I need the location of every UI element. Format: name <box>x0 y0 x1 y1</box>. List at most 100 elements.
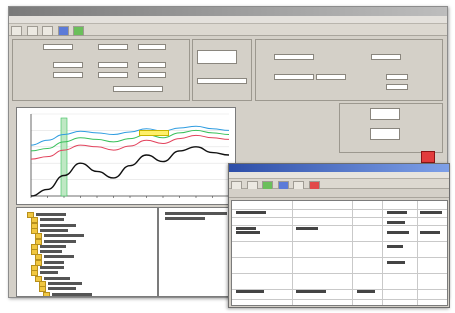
tree-item-text <box>40 228 68 232</box>
grid-cell <box>387 221 405 224</box>
tree-item-text <box>52 292 92 296</box>
tree-item-text <box>44 276 70 280</box>
field-3[interactable] <box>138 44 166 50</box>
output-box-1[interactable] <box>370 108 400 120</box>
mid-panel <box>192 39 252 101</box>
grid-cell <box>236 231 260 234</box>
tree-item-text <box>48 287 76 291</box>
chart-legend-chip <box>139 130 169 136</box>
grid-col-line <box>382 201 383 305</box>
data-grid[interactable] <box>231 200 448 306</box>
list-header-text <box>165 212 227 215</box>
tree-item-text <box>44 239 76 243</box>
tree-item-text <box>44 255 74 259</box>
grid-cell <box>296 290 326 293</box>
popup-window <box>228 163 450 308</box>
tree-item[interactable] <box>35 259 64 266</box>
line-chart <box>16 107 236 205</box>
grid-cell <box>420 231 440 234</box>
right-field-4[interactable] <box>316 74 346 80</box>
popup-toolbar-2 <box>229 189 449 198</box>
list-item-text <box>165 217 205 220</box>
chart-marker-band <box>60 117 68 197</box>
tree-item[interactable] <box>35 254 74 261</box>
grid-row-line <box>232 241 447 242</box>
tree-item[interactable] <box>43 291 92 296</box>
right-field-1[interactable] <box>274 54 314 60</box>
toolbar <box>9 24 447 36</box>
right-field-2[interactable] <box>371 54 401 60</box>
folder-icon <box>43 291 50 296</box>
field-7[interactable] <box>53 72 83 78</box>
go-icon[interactable] <box>73 26 85 36</box>
tree-item-text <box>40 244 66 248</box>
open-icon[interactable] <box>26 26 38 36</box>
grid-cell <box>357 290 375 293</box>
grid-col-line <box>352 201 353 305</box>
grid-cell <box>236 290 264 293</box>
stop-button[interactable] <box>421 151 435 163</box>
save-icon[interactable] <box>42 26 54 36</box>
field-9[interactable] <box>138 72 166 78</box>
field-10[interactable] <box>113 86 163 92</box>
field-1[interactable] <box>43 44 73 50</box>
chart-svg <box>30 113 230 198</box>
tree-item-text <box>40 266 64 269</box>
field-8[interactable] <box>98 72 128 78</box>
window-titlebar <box>9 7 447 16</box>
tree-item[interactable] <box>39 286 76 293</box>
mid-field[interactable] <box>197 78 247 84</box>
menu-bar <box>9 16 447 24</box>
tree-item[interactable] <box>35 233 84 240</box>
popup-toolbar <box>229 179 449 191</box>
list-view[interactable] <box>158 207 238 297</box>
grid-cell <box>387 245 403 248</box>
right-field-5[interactable] <box>386 74 408 80</box>
settings-panel <box>12 39 190 101</box>
tree-item[interactable] <box>31 217 64 224</box>
tree-item[interactable] <box>39 280 82 287</box>
right-field-6[interactable] <box>386 84 408 90</box>
field-2[interactable] <box>98 44 128 50</box>
grid-row-line <box>232 289 447 290</box>
grid-cell <box>387 231 409 234</box>
grid-col-line <box>292 201 293 305</box>
grid-cell <box>387 211 407 214</box>
output-panel <box>339 103 443 153</box>
run-icon[interactable] <box>57 26 69 36</box>
tree-item[interactable] <box>31 270 58 277</box>
tree-item[interactable] <box>35 275 70 282</box>
grid-row-line <box>232 225 447 226</box>
mid-box[interactable] <box>197 50 237 64</box>
tree-item-text <box>48 281 82 285</box>
tree-item[interactable] <box>35 238 76 245</box>
field-6[interactable] <box>138 62 166 68</box>
tree-item-text <box>40 271 58 275</box>
tree-view[interactable] <box>16 207 158 297</box>
grid-cell <box>236 211 266 214</box>
field-5[interactable] <box>98 62 128 68</box>
grid-cell <box>236 227 256 230</box>
tree-item[interactable] <box>27 212 66 218</box>
grid-cell <box>420 211 442 214</box>
grid-row-line <box>232 273 447 274</box>
tree-item[interactable] <box>31 265 64 271</box>
grid-cell <box>387 261 405 264</box>
tree-item-text <box>40 223 76 227</box>
tree-item-text <box>40 218 64 222</box>
new-icon[interactable] <box>11 26 22 36</box>
output-box-2[interactable] <box>370 128 400 140</box>
right-field-3[interactable] <box>274 74 314 80</box>
tree-item[interactable] <box>31 249 62 256</box>
grid-cell <box>296 227 318 230</box>
grid-col-line <box>417 201 418 305</box>
tree-item[interactable] <box>31 222 76 229</box>
right-panel <box>255 39 443 101</box>
tree-item[interactable] <box>31 243 66 250</box>
tree-item[interactable] <box>31 227 68 234</box>
popup-titlebar <box>229 164 449 172</box>
tree-item-text <box>40 250 62 254</box>
tree-item-text <box>44 234 84 238</box>
tree-item-text <box>36 213 66 216</box>
field-4[interactable] <box>53 62 83 68</box>
